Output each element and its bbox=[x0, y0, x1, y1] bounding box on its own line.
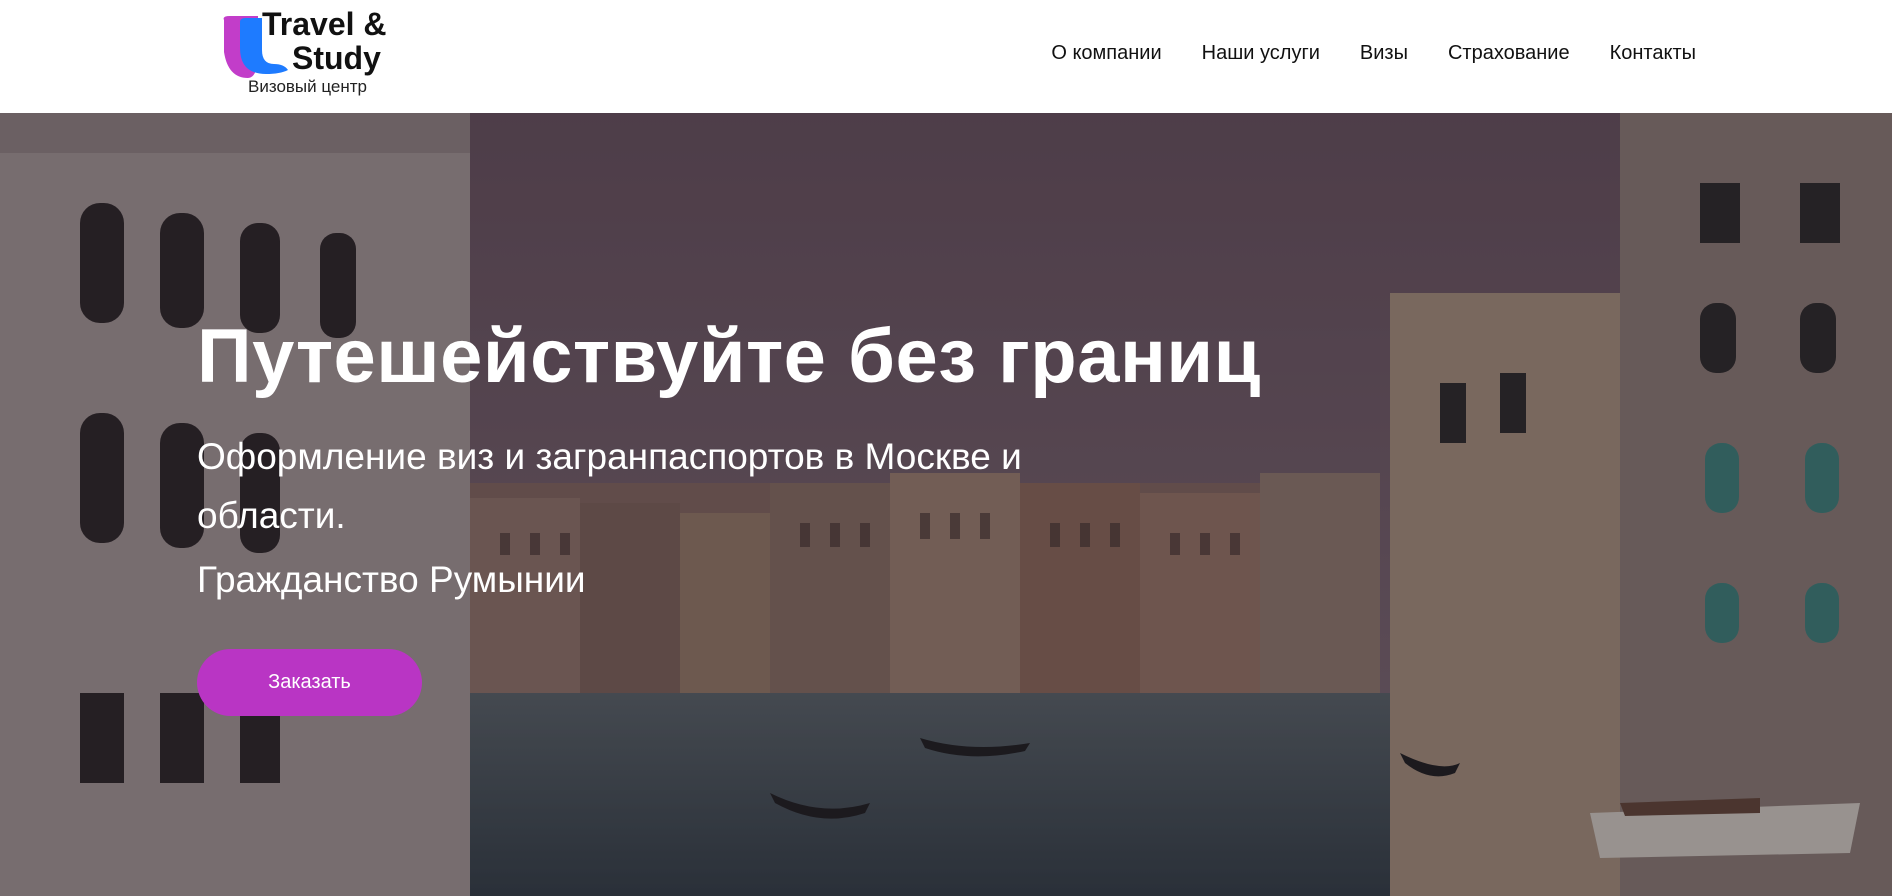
nav-item-about[interactable]: О компании bbox=[1051, 42, 1161, 65]
brand-name-line2: Study bbox=[292, 40, 381, 76]
brand-name-line1: Travel & bbox=[262, 6, 387, 42]
nav-item-insurance[interactable]: Страхование bbox=[1448, 42, 1570, 65]
hero-subtitle-citizenship: Гражданство Румынии bbox=[197, 559, 586, 600]
brand-subtitle: Визовый центр bbox=[248, 77, 367, 96]
hero-title: Путешействуйте без границ bbox=[197, 314, 1261, 399]
hero-section: Путешействуйте без границ Оформление виз… bbox=[0, 113, 1892, 896]
brand-logo[interactable]: Travel & Study Визовый центр bbox=[218, 6, 388, 101]
main-nav: О компании Наши услуги Визы Страхование … bbox=[1051, 42, 1696, 65]
hero-subtitle: Оформление виз и загранпаспортов в Москв… bbox=[197, 436, 1022, 536]
order-button[interactable]: Заказать bbox=[197, 649, 422, 716]
nav-item-services[interactable]: Наши услуги bbox=[1202, 42, 1320, 65]
nav-item-contacts[interactable]: Контакты bbox=[1610, 42, 1696, 65]
site-header: Travel & Study Визовый центр О компании … bbox=[0, 0, 1892, 113]
nav-item-visas[interactable]: Визы bbox=[1360, 42, 1408, 65]
